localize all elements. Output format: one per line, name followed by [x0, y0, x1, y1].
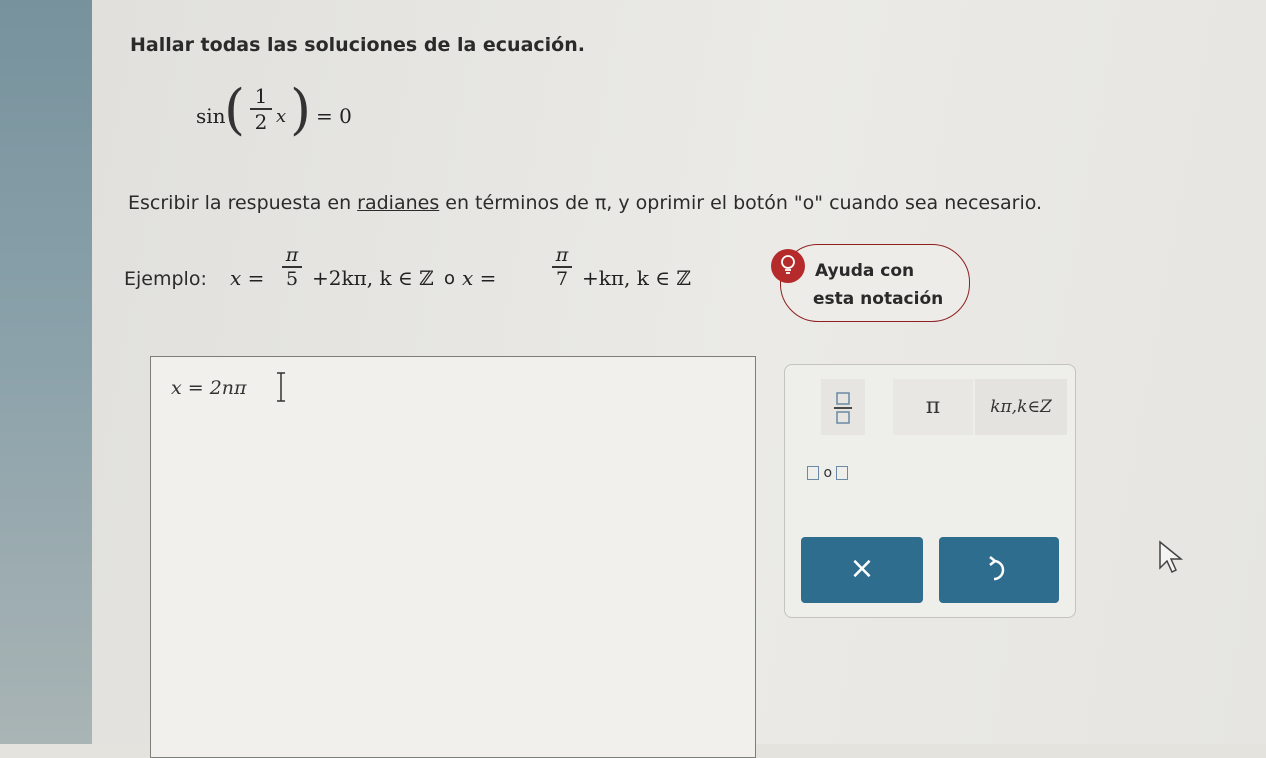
radianes-link[interactable]: radianes	[357, 192, 439, 214]
placeholder-box-icon	[807, 466, 819, 480]
example-fraction-2: π 7	[552, 244, 572, 290]
mouse-pointer-icon	[1159, 540, 1184, 574]
equation-left-paren: (	[224, 78, 246, 141]
example-label: Ejemplo:	[124, 268, 207, 290]
help-notation-button[interactable]: Ayuda con esta notación	[771, 244, 970, 322]
answer-value: x = 2nπ	[171, 377, 247, 399]
undo-button[interactable]	[939, 537, 1059, 603]
equation-rhs: = 0	[316, 104, 352, 128]
example-frac1-num: π	[285, 244, 299, 266]
example-rhs-2: +kπ, k ∈ ℤ	[582, 266, 691, 290]
example-frac2-num: π	[555, 244, 569, 266]
instruction-text: Escribir la respuesta en radianes en tér…	[128, 192, 1042, 214]
help-line-2: esta notación	[813, 289, 944, 309]
pi-key[interactable]: π	[893, 379, 973, 435]
example-rhs-1: +2kπ, k ∈ ℤ	[312, 266, 434, 290]
equation-right-paren: )	[290, 78, 312, 141]
instruction-part: Escribir la respuesta en	[128, 192, 358, 214]
clear-button[interactable]: ×	[801, 537, 923, 603]
equation-variable: x	[276, 106, 287, 127]
example-or: o	[444, 268, 456, 289]
placeholder-box-icon	[836, 466, 849, 480]
example-fraction-1: π 5	[282, 244, 302, 290]
left-sidebar	[0, 0, 92, 744]
or-key[interactable]: o	[807, 465, 867, 505]
equation-numerator: 1	[254, 84, 268, 108]
lightbulb-icon	[771, 249, 805, 283]
or-key-label: o	[823, 465, 833, 481]
fraction-template-icon	[834, 392, 852, 424]
example-frac1-den: 5	[285, 268, 299, 290]
example-frac2-den: 7	[555, 268, 569, 290]
equation-func: sin	[196, 104, 226, 128]
math-keypad: π kπ,k∈Z o ×	[784, 364, 1076, 618]
undo-icon	[989, 556, 1005, 581]
example-lhs-2: x =	[462, 266, 497, 290]
instruction-part: en términos de π, y oprimir el botón "o"…	[439, 192, 1043, 214]
example-lhs-1: x =	[230, 266, 265, 290]
problem-title: Hallar todas las soluciones de la ecuaci…	[130, 34, 585, 56]
text-cursor-icon	[277, 372, 285, 402]
k-pi-integer-key[interactable]: kπ,k∈Z	[975, 379, 1067, 435]
help-line-1: Ayuda con	[815, 261, 915, 281]
equation-denominator: 2	[254, 110, 268, 134]
answer-input[interactable]: x = 2nπ	[150, 356, 756, 758]
equation-fraction: 1 2	[250, 84, 272, 134]
fraction-key[interactable]	[821, 379, 865, 435]
